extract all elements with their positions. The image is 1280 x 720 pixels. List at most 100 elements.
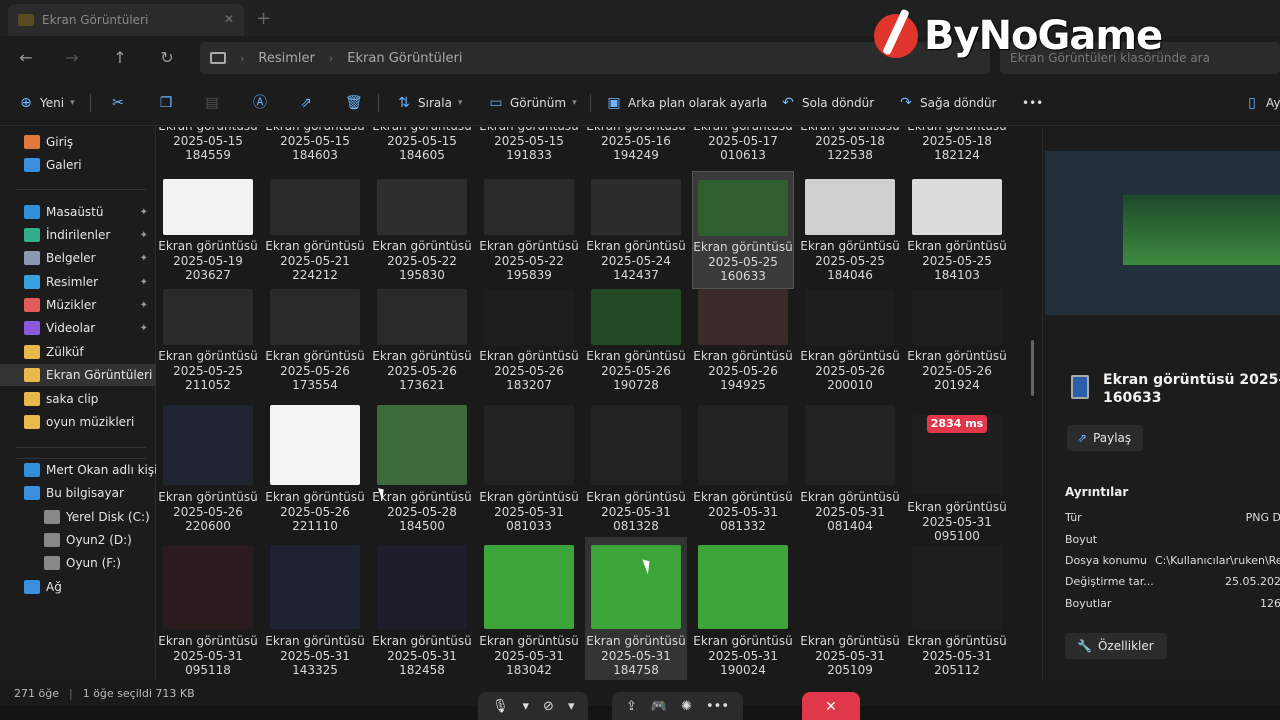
file-item[interactable]: Ekran görüntüsü 2025-05-22 195839: [478, 171, 580, 289]
rename-icon: Ⓐ: [253, 95, 267, 111]
file-item[interactable]: Ekran görüntüsü 2025-05-26 200010: [799, 281, 901, 399]
thumbnail-image: [270, 545, 360, 629]
set-background-button[interactable]: ▣ Arka plan olarak ayarla: [606, 92, 767, 114]
scrollbar[interactable]: [1031, 340, 1034, 396]
more-button[interactable]: •••: [1022, 92, 1043, 114]
share-button[interactable]: ⇗ Paylaş: [1067, 425, 1143, 451]
soundboard-icon[interactable]: ✺: [681, 699, 692, 714]
sidebar-item-9[interactable]: Ekran Görüntüleri: [0, 364, 156, 386]
file-item[interactable]: Ekran görüntüsü 2025-05-24 142437: [585, 171, 687, 289]
file-item[interactable]: Ekran görüntüsü 2025-05-25 184046: [799, 171, 901, 289]
sidebar-item-15[interactable]: Oyun2 (D:): [0, 529, 156, 551]
file-item[interactable]: Ekran görüntüsü 2025-05-22 195830: [371, 171, 473, 289]
file-item[interactable]: Ekran görüntüsü2025-05-17010613: [692, 127, 794, 169]
chevron-down-icon[interactable]: ▾: [568, 699, 575, 714]
chevron-down-icon[interactable]: ▾: [523, 699, 530, 714]
sidebar-item-13[interactable]: Bu bilgisayar: [0, 482, 156, 504]
file-item[interactable]: Ekran görüntüsü2025-05-15184605: [371, 127, 473, 169]
file-item[interactable]: Ekran görüntüsü 2025-05-31 095118: [157, 537, 259, 680]
file-item[interactable]: Ekran görüntüsü2025-05-15184559: [157, 127, 259, 169]
sidebar-item-11[interactable]: oyun müzikleri: [0, 411, 156, 433]
nav-icon: [24, 205, 40, 219]
file-item[interactable]: Ekran görüntüsü 2025-05-25 160633: [692, 171, 794, 289]
sort-button[interactable]: ⇅ Sırala ▾: [396, 92, 462, 114]
end-call-button[interactable]: ✕: [802, 692, 860, 720]
file-item[interactable]: Ekran görüntüsü 2025-05-31 143325: [264, 537, 366, 680]
sidebar-item-10[interactable]: saka clip: [0, 388, 156, 410]
file-item[interactable]: Ekran görüntüsü 2025-05-31 190024: [692, 537, 794, 680]
file-item[interactable]: Ekran görüntüsü 2025-05-31 081332: [692, 397, 794, 540]
more-options-icon[interactable]: •••: [706, 699, 729, 714]
breadcrumb-pictures[interactable]: Resimler: [258, 51, 314, 66]
file-item[interactable]: Ekran görüntüsü 2025-05-26 194925: [692, 281, 794, 399]
file-item[interactable]: Ekran görüntüsü2025-05-15191833: [478, 127, 580, 169]
file-item[interactable]: Ekran görüntüsü 2025-05-21 224212: [264, 171, 366, 289]
file-item[interactable]: Ekran görüntüsü 2025-05-31 183042: [478, 537, 580, 680]
sidebar-item-12[interactable]: Mert Okan adlı kişiye: [0, 459, 156, 481]
sidebar-item-5[interactable]: Resimler ✦: [0, 271, 156, 293]
divider: [378, 94, 379, 112]
file-item[interactable]: Ekran görüntüsü 2025-05-25 184103: [906, 171, 1008, 289]
file-item[interactable]: Ekran görüntüsü2025-05-18182124: [906, 127, 1008, 169]
file-item[interactable]: Ekran görüntüsü 2025-05-31 184758: [585, 537, 687, 680]
delete-button[interactable]: 🗑: [345, 92, 363, 114]
file-item[interactable]: Ekran görüntüsü2025-05-16194249: [585, 127, 687, 169]
share-button[interactable]: ⇗: [298, 92, 314, 114]
file-item[interactable]: Ekran görüntüsü 2025-05-31 182458: [371, 537, 473, 680]
file-item[interactable]: 2834 ms Ekran görüntüsü 2025-05-31 095100: [906, 397, 1008, 543]
sidebar-item-4[interactable]: Belgeler ✦: [0, 247, 156, 269]
rename-button[interactable]: Ⓐ: [252, 92, 268, 114]
sidebar-item-14[interactable]: Yerel Disk (C:): [0, 506, 156, 528]
breadcrumb[interactable]: › Resimler › Ekran Görüntüleri: [200, 42, 990, 74]
up-arrow-icon[interactable]: ↑: [108, 46, 132, 70]
new-tab-button[interactable]: +: [256, 8, 271, 29]
paste-button[interactable]: ▤: [204, 92, 220, 114]
details-pane-button[interactable]: ▯ Ay: [1244, 92, 1280, 114]
forward-arrow-icon[interactable]: →: [60, 46, 84, 70]
camera-off-icon[interactable]: ⊘: [543, 699, 554, 714]
file-item[interactable]: Ekran görüntüsü 2025-05-31 081328: [585, 397, 687, 540]
file-item[interactable]: Ekran görüntüsü 2025-05-19 203627: [157, 171, 259, 289]
file-item[interactable]: Ekran görüntüsü 2025-05-26 173554: [264, 281, 366, 399]
cut-button[interactable]: ✂: [110, 92, 126, 114]
sidebar-item-1[interactable]: Galeri: [0, 154, 156, 176]
refresh-icon[interactable]: ↻: [155, 46, 179, 70]
file-item[interactable]: Ekran görüntüsü2025-05-15184603: [264, 127, 366, 169]
sidebar-item-8[interactable]: Zülküf: [0, 341, 156, 363]
gamepad-icon[interactable]: 🎮: [651, 699, 667, 714]
sidebar-item-17[interactable]: Ağ: [0, 576, 156, 598]
file-item[interactable]: Ekran görüntüsü 2025-05-26 183207: [478, 281, 580, 399]
file-item[interactable]: Ekran görüntüsü 2025-05-26 190728: [585, 281, 687, 399]
file-item[interactable]: Ekran görüntüsü 2025-05-31 205109: [799, 537, 901, 680]
file-name-date: 2025-05-31: [922, 648, 992, 663]
file-item[interactable]: Ekran görüntüsü 2025-05-28 184500: [371, 397, 473, 540]
breadcrumb-screenshots[interactable]: Ekran Görüntüleri: [347, 51, 462, 66]
file-item[interactable]: Ekran görüntüsü 2025-05-31 081033: [478, 397, 580, 540]
screen-share-icon[interactable]: ⇪: [626, 699, 637, 714]
view-button[interactable]: ▭ Görünüm ▾: [488, 92, 576, 114]
file-item[interactable]: Ekran görüntüsü 2025-05-25 211052: [157, 281, 259, 399]
file-item[interactable]: Ekran görüntüsü 2025-05-26 201924: [906, 281, 1008, 399]
file-item[interactable]: Ekran görüntüsü 2025-05-26 173621: [371, 281, 473, 399]
rotate-left-button[interactable]: ↶ Sola döndür: [780, 92, 874, 114]
sidebar-item-2[interactable]: Masaüstü ✦: [0, 201, 156, 223]
file-item[interactable]: Ekran görüntüsü2025-05-18122538: [799, 127, 901, 169]
chevron-down-icon: ▾: [457, 98, 463, 108]
sidebar-item-7[interactable]: Videolar ✦: [0, 317, 156, 339]
sidebar-item-3[interactable]: İndirilenler ✦: [0, 224, 156, 246]
properties-button[interactable]: 🔧 Özellikler: [1065, 633, 1167, 659]
new-button[interactable]: ⊕ Yeni ▾: [18, 92, 74, 114]
back-arrow-icon[interactable]: ←: [14, 46, 38, 70]
rotate-right-button[interactable]: ↷ Sağa döndür: [898, 92, 996, 114]
file-item[interactable]: Ekran görüntüsü 2025-05-26 221110: [264, 397, 366, 540]
sidebar-item-0[interactable]: Giriş: [0, 131, 156, 153]
sidebar-item-6[interactable]: Müzikler ✦: [0, 294, 156, 316]
close-tab-icon[interactable]: ✕: [224, 12, 234, 26]
file-item[interactable]: Ekran görüntüsü 2025-05-31 081404: [799, 397, 901, 540]
sidebar-item-16[interactable]: Oyun (F:): [0, 552, 156, 574]
file-item[interactable]: Ekran görüntüsü 2025-05-26 220600: [157, 397, 259, 540]
tab-screenshots[interactable]: Ekran Görüntüleri ✕: [8, 4, 244, 36]
copy-button[interactable]: ❐: [158, 92, 174, 114]
microphone-icon[interactable]: 🎙: [492, 699, 509, 714]
file-item[interactable]: Ekran görüntüsü 2025-05-31 205112: [906, 537, 1008, 680]
